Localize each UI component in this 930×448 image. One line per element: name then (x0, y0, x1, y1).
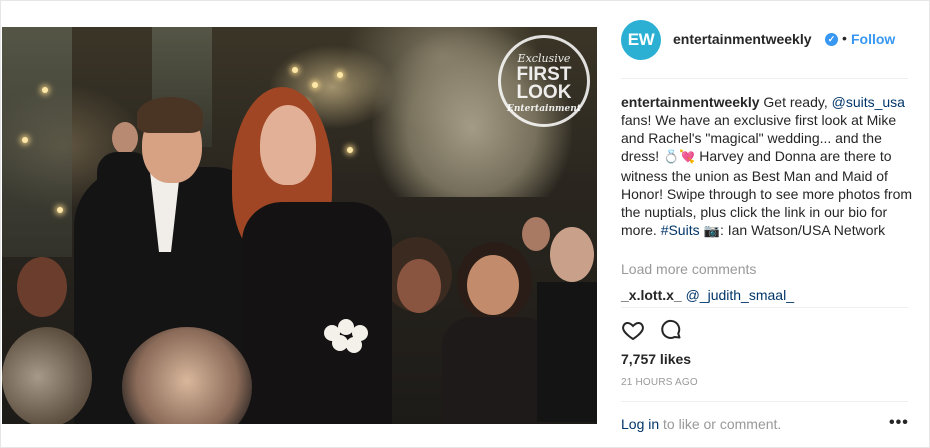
exclusive-first-look-stamp: Exclusive FIRST LOOK Entertainment (498, 35, 590, 127)
comment-row: _x.lott.x_ @_judith_smaal_ (621, 287, 794, 303)
camera-emoji: 📷 (699, 224, 720, 239)
stamp-line3: Entertainment (507, 104, 581, 114)
bridesmaid-face (260, 105, 316, 185)
guest-face (397, 259, 441, 313)
footer-divider (621, 401, 908, 402)
action-bar (621, 318, 683, 342)
string-light (337, 72, 343, 78)
guest-face (17, 257, 67, 317)
comment-mention[interactable]: @_judith_smaal_ (686, 287, 794, 303)
avatar[interactable]: EW (621, 20, 661, 60)
caption-emoji: 💍💘 (663, 150, 696, 165)
string-light (312, 82, 318, 88)
guest-face (522, 217, 550, 251)
login-prompt-text: to like or comment. (659, 416, 782, 432)
post-timestamp[interactable]: 21 HOURS AGO (621, 377, 698, 388)
guest-body (442, 317, 552, 424)
instagram-post: Exclusive FIRST LOOK Entertainment EW en… (0, 0, 930, 448)
guest-face (112, 122, 138, 154)
caption-text: Get ready, (759, 94, 832, 110)
caption-text: : Ian Watson/USA Network (719, 222, 886, 238)
guest-face (550, 227, 594, 282)
string-light (347, 147, 353, 153)
bouquet (320, 317, 376, 359)
header-separator: • (842, 30, 847, 46)
comment-username[interactable]: _x.lott.x_ (621, 287, 682, 303)
verified-badge-icon: ✓ (825, 33, 838, 46)
background-window (2, 27, 72, 257)
post-photo[interactable]: Exclusive FIRST LOOK Entertainment (2, 27, 597, 424)
post-header: EW entertainmentweekly ✓ • Follow (598, 1, 930, 79)
bridesmaid-dress (242, 202, 392, 424)
post-side-panel: EW entertainmentweekly ✓ • Follow entert… (598, 1, 930, 448)
likes-count[interactable]: 7,757 likes (621, 351, 691, 367)
string-light (22, 137, 28, 143)
login-link[interactable]: Log in (621, 416, 659, 432)
caption-username[interactable]: entertainmentweekly (621, 94, 760, 110)
load-more-comments-button[interactable]: Load more comments (621, 261, 756, 277)
groomsman-hair (137, 97, 203, 133)
string-light (42, 87, 48, 93)
header-username[interactable]: entertainmentweekly (673, 31, 812, 47)
comment-icon[interactable] (659, 318, 683, 342)
post-caption: entertainmentweekly Get ready, @suits_us… (621, 93, 913, 241)
follow-button[interactable]: Follow (851, 31, 895, 47)
caption-hashtag[interactable]: #Suits (661, 222, 700, 238)
login-prompt: Log in to like or comment. (621, 416, 781, 432)
caption-mention[interactable]: @suits_usa (832, 94, 905, 110)
foreground-blur (2, 327, 92, 424)
comments-divider (621, 307, 908, 308)
heart-icon[interactable] (621, 318, 645, 342)
more-options-icon[interactable]: ••• (889, 414, 909, 432)
guest-face (467, 255, 519, 315)
stamp-line2: FIRST LOOK (516, 64, 572, 103)
string-light (292, 67, 298, 73)
header-divider (621, 78, 908, 79)
string-light (57, 207, 63, 213)
guest-body (537, 282, 597, 422)
